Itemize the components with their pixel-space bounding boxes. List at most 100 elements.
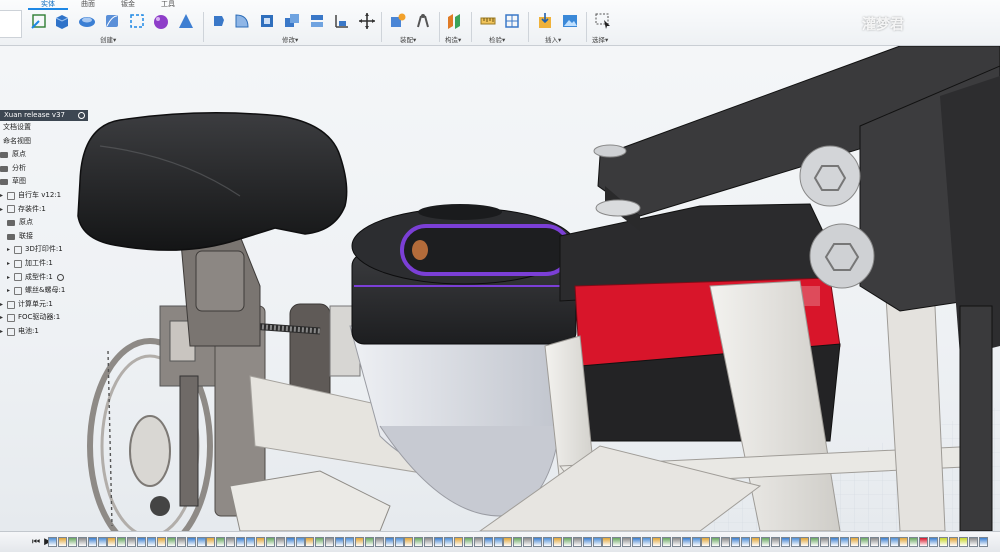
new-sketch-icon[interactable]: [30, 12, 48, 30]
timeline-feature-icon[interactable]: [889, 537, 899, 547]
timeline-feature-icon[interactable]: [335, 537, 345, 547]
insert-derive-icon[interactable]: [536, 12, 554, 30]
browser-item[interactable]: ▸ 成型件:1: [0, 271, 80, 285]
timeline-feature-icon[interactable]: [572, 537, 582, 547]
timeline-feature-icon[interactable]: [226, 537, 236, 547]
timeline-feature-icon[interactable]: [305, 537, 315, 547]
extrude-icon[interactable]: [53, 12, 71, 30]
timeline-feature-icon[interactable]: [364, 537, 374, 547]
visibility-icon[interactable]: [56, 273, 64, 281]
timeline-feature-icon[interactable]: [661, 537, 671, 547]
timeline-feature-icon[interactable]: [612, 537, 622, 547]
timeline-feature-icon[interactable]: [840, 537, 849, 547]
timeline-feature-icon[interactable]: [879, 537, 889, 547]
new-component-icon[interactable]: [388, 12, 406, 30]
timeline-feature-icon[interactable]: [444, 537, 453, 547]
browser-item[interactable]: 草图: [0, 175, 80, 189]
timeline-feature-icon[interactable]: [186, 537, 196, 547]
rectangle-pattern-icon[interactable]: [128, 12, 146, 30]
split-body-icon[interactable]: [308, 12, 326, 30]
joint-icon[interactable]: [414, 12, 432, 30]
browser-item[interactable]: ▸ 计算单元:1: [0, 298, 80, 312]
tab-sheet-metal[interactable]: 钣金: [108, 0, 148, 10]
timeline-feature-icon[interactable]: [453, 537, 463, 547]
timeline-feature-icon[interactable]: [483, 537, 493, 547]
browser-item[interactable]: 分析: [0, 162, 80, 176]
browser-item[interactable]: 联接: [0, 230, 80, 244]
insert-image-icon[interactable]: [561, 12, 579, 30]
timeline-feature-icon[interactable]: [592, 537, 602, 547]
browser-item[interactable]: ▸ 存装件:1: [0, 203, 80, 217]
timeline-start-icon[interactable]: ⏮: [32, 537, 40, 547]
expand-arrow-icon[interactable]: ▸: [0, 298, 7, 312]
tab-surface[interactable]: 曲面: [68, 0, 108, 10]
timeline-feature-icon[interactable]: [315, 537, 325, 547]
timeline-feature-icon[interactable]: [849, 537, 859, 547]
timeline-feature-icon[interactable]: [533, 537, 543, 547]
timeline-feature-icon[interactable]: [622, 537, 632, 547]
browser-item[interactable]: ▸ 电池:1: [0, 325, 80, 339]
timeline-feature-icon[interactable]: [671, 537, 681, 547]
timeline-feature-icon[interactable]: [820, 537, 830, 547]
timeline-feature-icon[interactable]: [265, 537, 275, 547]
browser-item[interactable]: 命名视图: [0, 135, 80, 149]
radio-active-icon[interactable]: [78, 112, 85, 119]
combine-icon[interactable]: [283, 12, 301, 30]
timeline-feature-icon[interactable]: [523, 537, 533, 547]
timeline-feature-icon[interactable]: [325, 537, 335, 547]
group-construct[interactable]: 构造▾: [445, 34, 461, 44]
timeline-feature-icon[interactable]: [384, 537, 394, 547]
expand-arrow-icon[interactable]: ▸: [7, 284, 14, 298]
tab-solid[interactable]: 实体: [28, 0, 68, 10]
timeline-feature-icon[interactable]: [780, 537, 790, 547]
timeline-feature-icon[interactable]: [285, 537, 295, 547]
timeline-feature-icon[interactable]: [295, 537, 305, 547]
timeline-feature-icon[interactable]: [473, 537, 483, 547]
timeline-feature-icon[interactable]: [958, 537, 968, 547]
workspace-switcher[interactable]: [0, 10, 22, 38]
timeline-feature-icon[interactable]: [562, 537, 572, 547]
timeline-feature-icon[interactable]: [87, 537, 97, 547]
group-assemble[interactable]: 装配▾: [400, 34, 416, 44]
timeline-feature-icon[interactable]: [255, 537, 265, 547]
timeline-feature-icon[interactable]: [463, 537, 473, 547]
timeline-feature-icon[interactable]: [869, 537, 879, 547]
group-select[interactable]: 选择▾: [592, 34, 608, 44]
timeline-feature-icon[interactable]: [513, 537, 523, 547]
timeline-feature-icon[interactable]: [434, 537, 444, 547]
align-icon[interactable]: [333, 12, 351, 30]
expand-arrow-icon[interactable]: ▸: [0, 189, 7, 203]
timeline-feature-icon[interactable]: [97, 537, 107, 547]
timeline-feature-icon[interactable]: [552, 537, 562, 547]
select-icon[interactable]: [594, 12, 612, 30]
timeline-feature-icon[interactable]: [57, 537, 67, 547]
timeline-feature-icon[interactable]: [691, 537, 701, 547]
timeline-feature-icon[interactable]: [354, 537, 364, 547]
timeline-feature-icon[interactable]: [424, 537, 434, 547]
timeline-feature-icon[interactable]: [711, 537, 721, 547]
browser-item[interactable]: 原点: [0, 216, 80, 230]
timeline-feature-icon[interactable]: [741, 537, 750, 547]
group-insert[interactable]: 插入▾: [545, 34, 561, 44]
timeline-feature-icon[interactable]: [394, 537, 404, 547]
timeline-feature-icon[interactable]: [543, 537, 552, 547]
timeline-feature-icon[interactable]: [919, 537, 929, 547]
fillet-icon[interactable]: [233, 12, 251, 30]
measure-icon[interactable]: [479, 12, 497, 30]
group-inspect[interactable]: 检验▾: [489, 34, 505, 44]
timeline-feature-icon[interactable]: [602, 537, 612, 547]
expand-arrow-icon[interactable]: ▸: [0, 325, 7, 339]
expand-arrow-icon[interactable]: ▸: [0, 311, 7, 325]
timeline-feature-icon[interactable]: [800, 537, 810, 547]
form-icon[interactable]: [152, 12, 170, 30]
timeline-feature-icon[interactable]: [701, 537, 711, 547]
browser-header[interactable]: Xuan release v37: [0, 110, 88, 121]
timeline-feature-icon[interactable]: [859, 537, 869, 547]
timeline-feature-icon[interactable]: [760, 537, 770, 547]
browser-item[interactable]: ▸ 自行车 v12:1: [0, 189, 80, 203]
timeline-feature-icon[interactable]: [651, 537, 661, 547]
timeline-feature-icon[interactable]: [216, 537, 226, 547]
timeline-feature-icon[interactable]: [731, 537, 741, 547]
timeline-feature-icon[interactable]: [345, 537, 354, 547]
canvas-viewport[interactable]: Xuan release v37 文档设置 命名视图 原点 分析 草图 ▸ 自行车 v12:…: [0, 46, 1000, 531]
